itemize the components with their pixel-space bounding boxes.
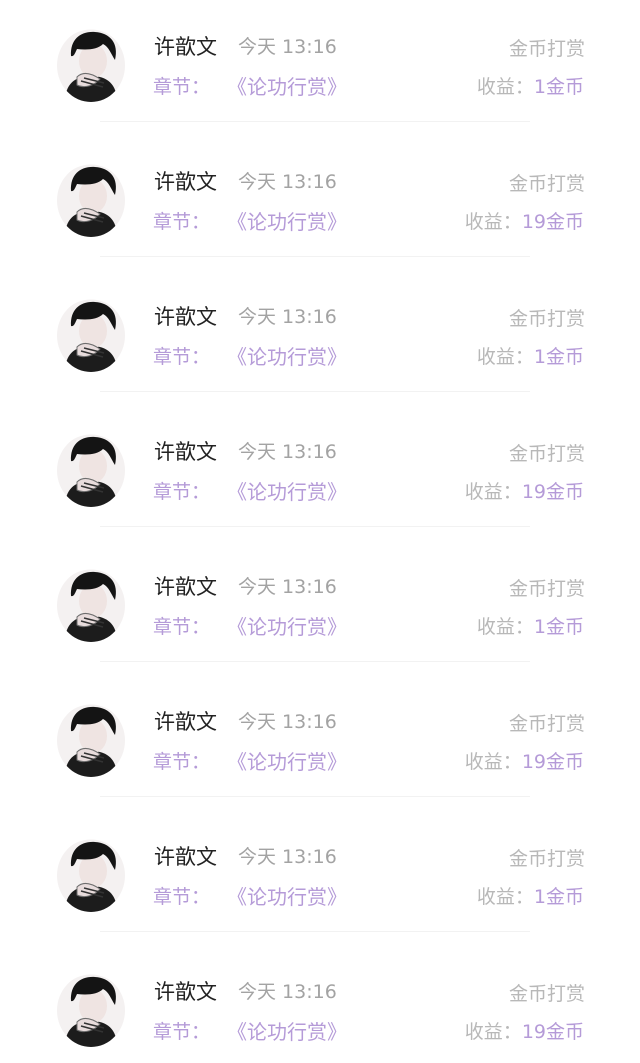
reward-time: 今天 13:16: [238, 36, 337, 58]
income: 收益：19金币: [465, 747, 584, 777]
chapter-label: 章节：: [153, 481, 211, 503]
chapter-label: 章节：: [153, 1021, 211, 1043]
reward-record-item[interactable]: 许歆文 今天 13:16 金币打赏 章节： 《论功行赏》 收益：1金币: [0, 810, 640, 945]
chapter-title-link[interactable]: 《论功行赏》: [227, 747, 347, 777]
chapter-title-link[interactable]: 《论功行赏》: [227, 882, 347, 912]
user-avatar-icon[interactable]: [57, 164, 125, 237]
reward-time: 今天 13:16: [238, 981, 337, 1003]
income-value: 1金币: [533, 346, 584, 368]
user-avatar-icon[interactable]: [57, 299, 125, 372]
user-name[interactable]: 许歆文: [154, 842, 217, 872]
reward-type: 金币打赏: [508, 308, 585, 330]
reward-time: 今天 13:16: [238, 576, 337, 598]
user-avatar-icon[interactable]: [57, 704, 125, 777]
income: 收益：19金币: [465, 477, 584, 507]
chapter-label: 章节：: [153, 346, 211, 368]
income-value: 19金币: [521, 1021, 584, 1043]
reward-time: 今天 13:16: [238, 846, 337, 868]
reward-record-item[interactable]: 许歆文 今天 13:16 金币打赏 章节： 《论功行赏》 收益：19金币: [0, 945, 640, 1063]
user-avatar-icon[interactable]: [57, 569, 125, 642]
chapter-label: 章节：: [153, 211, 211, 233]
income: 收益：1金币: [477, 882, 584, 912]
user-name[interactable]: 许歆文: [154, 572, 217, 602]
reward-type: 金币打赏: [508, 713, 585, 735]
chapter-label: 章节：: [153, 751, 211, 773]
divider: [100, 931, 530, 932]
divider: [100, 796, 530, 797]
chapter-title-link[interactable]: 《论功行赏》: [227, 477, 347, 507]
income-label: 收益：: [464, 1021, 522, 1043]
income-label: 收益：: [476, 886, 534, 908]
chapter-label: 章节：: [153, 76, 211, 98]
chapter-label: 章节：: [153, 886, 211, 908]
income: 收益：1金币: [477, 612, 584, 642]
reward-type: 金币打赏: [508, 173, 585, 195]
reward-type: 金币打赏: [508, 578, 585, 600]
income-label: 收益：: [476, 346, 534, 368]
income: 收益：19金币: [465, 1017, 584, 1047]
chapter-title-link[interactable]: 《论功行赏》: [227, 612, 347, 642]
user-avatar-icon[interactable]: [57, 434, 125, 507]
income-label: 收益：: [476, 76, 534, 98]
reward-type: 金币打赏: [508, 38, 585, 60]
reward-record-item[interactable]: 许歆文 今天 13:16 金币打赏 章节： 《论功行赏》 收益：19金币: [0, 135, 640, 270]
income-value: 19金币: [521, 211, 584, 233]
income: 收益：1金币: [477, 72, 584, 102]
income: 收益：1金币: [477, 342, 584, 372]
divider: [100, 121, 530, 122]
income-value: 1金币: [533, 76, 584, 98]
reward-time: 今天 13:16: [238, 441, 337, 463]
income-value: 1金币: [533, 616, 584, 638]
user-name[interactable]: 许歆文: [154, 977, 217, 1007]
user-avatar-icon[interactable]: [57, 839, 125, 912]
income-label: 收益：: [464, 481, 522, 503]
income-label: 收益：: [464, 211, 522, 233]
divider: [100, 391, 530, 392]
divider: [100, 256, 530, 257]
reward-record-item[interactable]: 许歆文 今天 13:16 金币打赏 章节： 《论功行赏》 收益：1金币: [0, 540, 640, 675]
income-label: 收益：: [476, 616, 534, 638]
reward-time: 今天 13:16: [238, 171, 337, 193]
chapter-title-link[interactable]: 《论功行赏》: [227, 342, 347, 372]
user-avatar-icon[interactable]: [57, 29, 125, 102]
reward-time: 今天 13:16: [238, 711, 337, 733]
user-avatar-icon[interactable]: [57, 974, 125, 1047]
reward-time: 今天 13:16: [238, 306, 337, 328]
user-name[interactable]: 许歆文: [154, 437, 217, 467]
income-value: 19金币: [521, 751, 584, 773]
reward-record-item[interactable]: 许歆文 今天 13:16 金币打赏 章节： 《论功行赏》 收益：1金币: [0, 0, 640, 135]
reward-type: 金币打赏: [508, 848, 585, 870]
reward-type: 金币打赏: [508, 983, 585, 1005]
chapter-title-link[interactable]: 《论功行赏》: [227, 72, 347, 102]
reward-record-item[interactable]: 许歆文 今天 13:16 金币打赏 章节： 《论功行赏》 收益：19金币: [0, 675, 640, 810]
user-name[interactable]: 许歆文: [154, 707, 217, 737]
user-name[interactable]: 许歆文: [154, 302, 217, 332]
reward-type: 金币打赏: [508, 443, 585, 465]
user-name[interactable]: 许歆文: [154, 167, 217, 197]
user-name[interactable]: 许歆文: [154, 32, 217, 62]
income-value: 1金币: [533, 886, 584, 908]
divider: [100, 661, 530, 662]
chapter-title-link[interactable]: 《论功行赏》: [227, 1017, 347, 1047]
income-label: 收益：: [464, 751, 522, 773]
income-value: 19金币: [521, 481, 584, 503]
divider: [100, 526, 530, 527]
chapter-label: 章节：: [153, 616, 211, 638]
reward-record-list: 许歆文 今天 13:16 金币打赏 章节： 《论功行赏》 收益：1金币 许歆文 …: [0, 0, 640, 1063]
chapter-title-link[interactable]: 《论功行赏》: [227, 207, 347, 237]
income: 收益：19金币: [465, 207, 584, 237]
reward-record-item[interactable]: 许歆文 今天 13:16 金币打赏 章节： 《论功行赏》 收益：19金币: [0, 405, 640, 540]
reward-record-item[interactable]: 许歆文 今天 13:16 金币打赏 章节： 《论功行赏》 收益：1金币: [0, 270, 640, 405]
